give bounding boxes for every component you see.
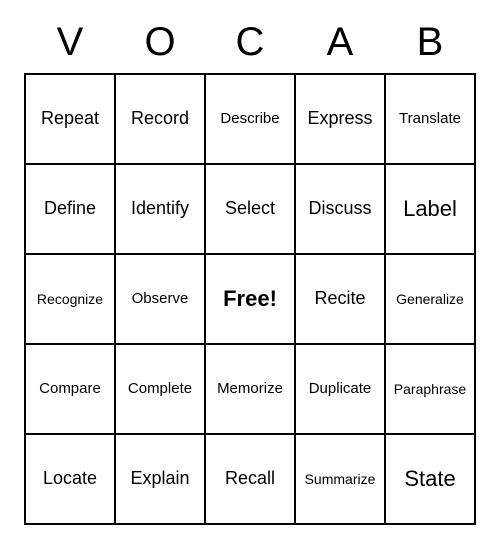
bingo-cell: Compare <box>25 344 115 434</box>
bingo-cell: Repeat <box>25 74 115 164</box>
header-letter: C <box>205 20 295 65</box>
bingo-cell: Identify <box>115 164 205 254</box>
bingo-cell: Duplicate <box>295 344 385 434</box>
bingo-cell: Discuss <box>295 164 385 254</box>
header-letter: V <box>25 20 115 65</box>
bingo-cell: Complete <box>115 344 205 434</box>
header-letter: B <box>385 20 475 65</box>
bingo-cell: Recite <box>295 254 385 344</box>
bingo-cell: Recognize <box>25 254 115 344</box>
bingo-grid: Repeat Record Describe Express Translate… <box>24 73 476 525</box>
bingo-cell: Describe <box>205 74 295 164</box>
bingo-cell: Define <box>25 164 115 254</box>
bingo-cell: Locate <box>25 434 115 524</box>
bingo-cell: Record <box>115 74 205 164</box>
bingo-free-cell: Free! <box>205 254 295 344</box>
bingo-cell: Select <box>205 164 295 254</box>
bingo-cell: Summarize <box>295 434 385 524</box>
header-letter: O <box>115 20 205 65</box>
bingo-cell: Memorize <box>205 344 295 434</box>
bingo-cell: Recall <box>205 434 295 524</box>
bingo-cell: Explain <box>115 434 205 524</box>
bingo-card: V O C A B Repeat Record Describe Express… <box>24 20 476 525</box>
header-letter: A <box>295 20 385 65</box>
bingo-cell: Paraphrase <box>385 344 475 434</box>
bingo-cell: Generalize <box>385 254 475 344</box>
bingo-cell: Observe <box>115 254 205 344</box>
bingo-header: V O C A B <box>25 20 475 65</box>
bingo-cell: Express <box>295 74 385 164</box>
bingo-cell: State <box>385 434 475 524</box>
bingo-cell: Translate <box>385 74 475 164</box>
bingo-cell: Label <box>385 164 475 254</box>
